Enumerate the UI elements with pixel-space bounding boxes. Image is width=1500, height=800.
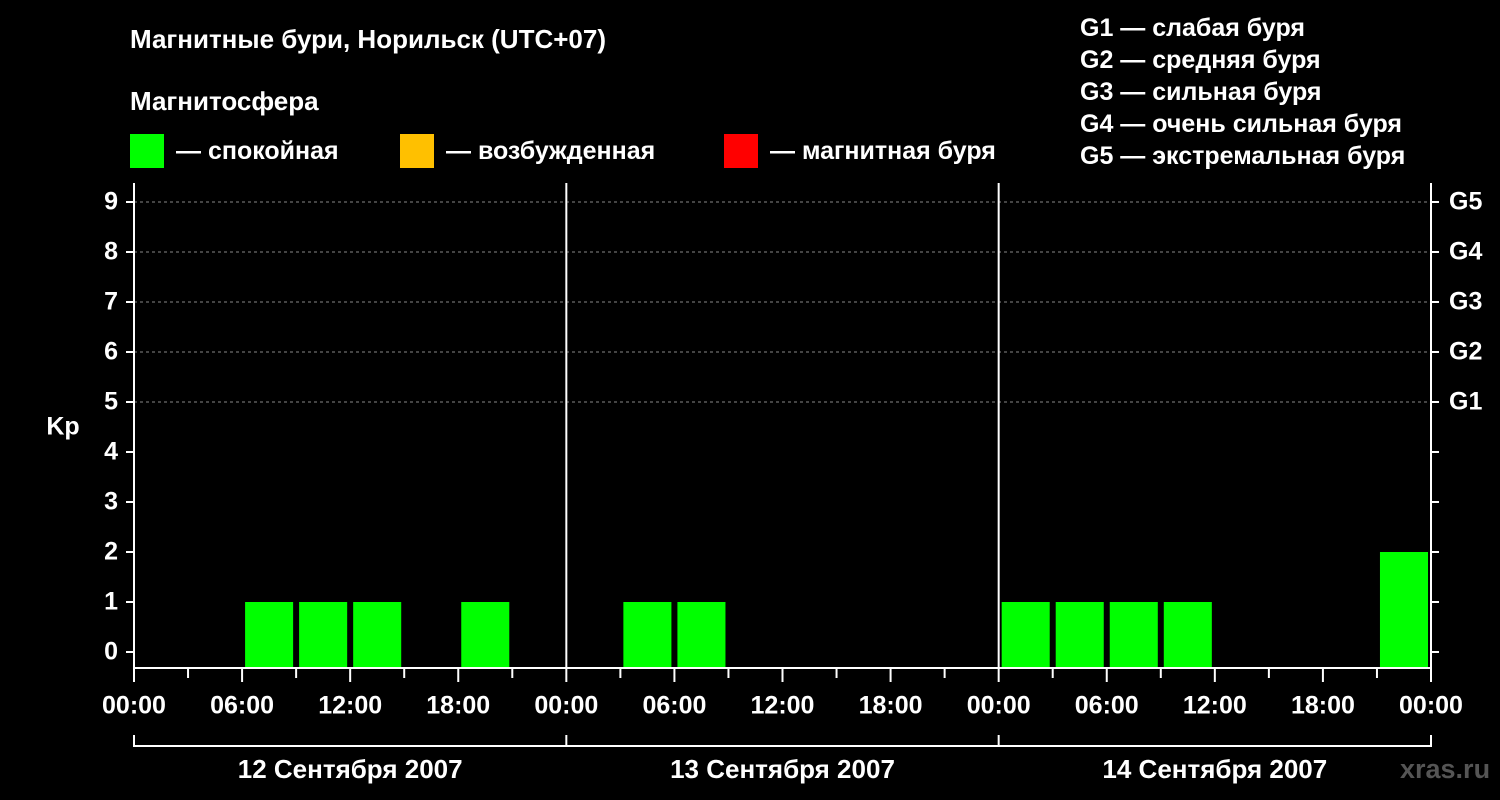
g-level-label: G4 (1449, 238, 1482, 266)
y-tick-label: 0 (104, 638, 118, 666)
kp-bar (677, 602, 726, 668)
y-tick-label: 3 (104, 488, 118, 516)
x-tick-label: 12:00 (751, 692, 815, 720)
y-tick-label: 9 (104, 188, 118, 216)
y-axis-label: Kp (46, 413, 79, 441)
kp-chart: 0 1 2 3 4 5 6 7 8 9 G1 G2 G3 G4 G5 Kp 00:00 06:00 12:00 18:… (46, 183, 1482, 784)
kp-bar (1379, 552, 1428, 668)
x-tick-label: 00:00 (102, 692, 166, 720)
kp-bar (1055, 602, 1104, 668)
y-tick-label: 5 (104, 388, 118, 416)
g-level-label: G1 (1449, 388, 1482, 416)
g-level-label: G3 (1449, 288, 1482, 316)
x-tick-label: 00:00 (1399, 692, 1463, 720)
y-tick-label: 8 (104, 238, 118, 266)
x-tick-label: 06:00 (642, 692, 706, 720)
kp-bar (1163, 602, 1212, 668)
day-label: 14 Сентября 2007 (1102, 754, 1327, 784)
y-tick-label: 1 (104, 588, 118, 616)
x-tick-label: 12:00 (1183, 692, 1247, 720)
x-tick-label: 00:00 (534, 692, 598, 720)
x-tick-label: 18:00 (426, 692, 490, 720)
day-label: 12 Сентября 2007 (238, 754, 463, 784)
y-tick-label: 7 (104, 288, 118, 316)
x-tick-label: 18:00 (1291, 692, 1355, 720)
watermark: xras.ru (1400, 754, 1491, 784)
kp-bar (1109, 602, 1158, 668)
day-label: 13 Сентября 2007 (670, 754, 895, 784)
kp-bar (353, 602, 402, 668)
g-level-label: G5 (1449, 188, 1482, 216)
y-tick-label: 4 (104, 438, 118, 466)
kp-bar (299, 602, 348, 668)
kp-bar (623, 602, 672, 668)
y-tick-label: 2 (104, 538, 118, 566)
g-level-label: G2 (1449, 338, 1482, 366)
kp-bar (1001, 602, 1050, 668)
x-tick-label: 06:00 (1075, 692, 1139, 720)
x-tick-label: 00:00 (967, 692, 1031, 720)
x-tick-label: 18:00 (859, 692, 923, 720)
y-tick-label: 6 (104, 338, 118, 366)
x-tick-label: 06:00 (210, 692, 274, 720)
kp-bar (245, 602, 294, 668)
kp-bar (461, 602, 510, 668)
x-tick-label: 12:00 (318, 692, 382, 720)
